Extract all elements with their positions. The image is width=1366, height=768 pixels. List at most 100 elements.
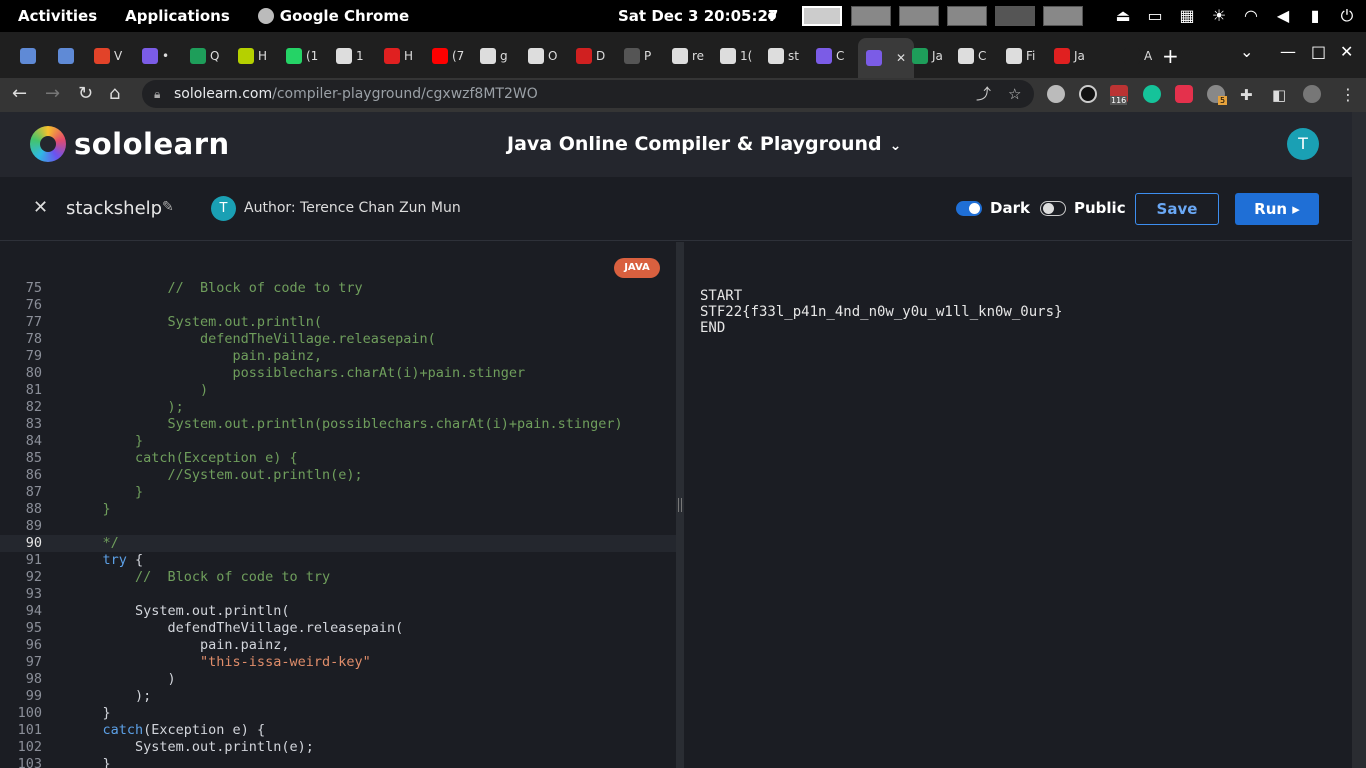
profile-avatar[interactable] [1303,85,1321,103]
minimize-icon[interactable]: — [1280,42,1296,61]
workspace-5[interactable] [995,6,1035,26]
compiler-language-dropdown[interactable]: Java Online Compiler & Playground ⌄ [507,133,901,155]
activities-button[interactable]: Activities [18,7,97,25]
clock[interactable]: Sat Dec 3 20:05:27 [618,7,778,25]
code-line[interactable]: 83 System.out.println(possiblechars.char… [0,416,676,433]
code-line[interactable]: 77 System.out.println( [0,314,676,331]
browser-tab[interactable]: re [672,44,704,68]
grammarly-icon[interactable] [1143,85,1161,103]
extension-forward-icon[interactable] [1175,85,1193,103]
code-line[interactable]: 97 "this-issa-weird-key" [0,654,676,671]
browser-tab[interactable]: C [958,44,986,68]
bookmark-star-icon[interactable]: ☆ [1008,80,1021,108]
code-line[interactable]: 96 pain.painz, [0,637,676,654]
browser-tab[interactable]: D [576,44,605,68]
code-line[interactable]: 92 // Block of code to try [0,569,676,586]
browser-tab[interactable]: O [528,44,557,68]
pane-splitter[interactable] [676,242,684,768]
code-line[interactable]: 90 */ [0,535,676,552]
volume-icon[interactable]: ◀ [1274,6,1292,26]
browser-tab[interactable]: st [768,44,799,68]
address-bar[interactable]: 🔒︎ sololearn.com/compiler-playground/cgx… [142,80,1034,108]
extensions-puzzle-icon[interactable]: ✚ [1240,86,1253,104]
browser-tab[interactable] [58,44,78,68]
code-line[interactable]: 89 [0,518,676,535]
browser-tab[interactable]: Ja [912,44,943,68]
workspace-6[interactable] [1043,6,1083,26]
browser-tab[interactable]: P [624,44,651,68]
code-line[interactable]: 78 defendTheVillage.releasepain( [0,331,676,348]
close-icon[interactable]: ✕ [33,197,48,218]
browser-tab[interactable]: • [142,44,169,68]
edit-pencil-icon[interactable]: ✎ [162,199,174,215]
browser-tab[interactable]: Q [190,44,219,68]
public-toggle[interactable] [1040,201,1066,216]
workspace-1[interactable] [802,6,842,26]
browser-tab[interactable]: C [816,44,844,68]
user-avatar[interactable]: T [1287,128,1319,160]
home-icon[interactable]: ⌂ [109,83,120,104]
code-line[interactable]: 100 } [0,705,676,722]
side-panel-icon[interactable]: ◧ [1272,86,1286,104]
lock-icon[interactable]: 🔒︎ [154,80,160,108]
sololearn-logo[interactable]: sololearn [30,126,230,162]
maximize-icon[interactable]: □ [1311,42,1326,61]
extension-shield-icon[interactable] [1047,85,1065,103]
code-line[interactable]: 103 } [0,756,676,768]
code-line[interactable]: 76 [0,297,676,314]
browser-tab[interactable]: Ja [1054,44,1085,68]
browser-tab[interactable]: Fi [1006,44,1035,68]
browser-tab[interactable]: (1 [286,44,318,68]
browser-tab[interactable]: H [384,44,413,68]
workspace-2[interactable] [851,6,891,26]
code-line[interactable]: 75 // Block of code to try [0,280,676,297]
workspace-3[interactable] [899,6,939,26]
code-line[interactable]: 95 defendTheVillage.releasepain( [0,620,676,637]
code-line[interactable]: 80 possiblechars.charAt(i)+pain.stinger [0,365,676,382]
code-line[interactable]: 101 catch(Exception e) { [0,722,676,739]
code-editor[interactable]: JAVA 75 // Block of code to try 76 77 Syst… [0,242,676,768]
code-line[interactable]: 93 [0,586,676,603]
code-line[interactable]: 98 ) [0,671,676,688]
code-line[interactable]: 87 } [0,484,676,501]
code-line[interactable]: 94 System.out.println( [0,603,676,620]
app-menu[interactable]: Google Chrome [257,7,409,25]
code-line[interactable]: 99 ); [0,688,676,705]
browser-tab[interactable]: A [1124,44,1152,68]
code-line[interactable]: 79 pain.painz, [0,348,676,365]
browser-tab[interactable]: ✕ [858,38,915,78]
browser-tab[interactable]: H [238,44,267,68]
dark-mode-toggle[interactable] [956,201,982,216]
eject-icon[interactable]: ⏏ [1114,6,1132,26]
browser-tab[interactable]: (7 [432,44,464,68]
code-lines[interactable]: 75 // Block of code to try 76 77 System.ou… [0,280,676,768]
tab-search-icon[interactable]: ⌄ [1240,42,1253,61]
browser-tab[interactable] [20,44,40,68]
code-line[interactable]: 102 System.out.println(e); [0,739,676,756]
workspace-4[interactable] [947,6,987,26]
code-line[interactable]: 86 //System.out.println(e); [0,467,676,484]
page-scrollbar[interactable] [1352,112,1366,768]
run-button[interactable]: Run ▸ [1235,193,1319,225]
tab-close-icon[interactable]: ✕ [896,51,906,65]
browser-tab[interactable]: 1 [336,44,364,68]
browser-tab[interactable]: V [94,44,122,68]
extension-mask-icon[interactable] [1079,85,1097,103]
reload-icon[interactable]: ↻ [78,83,93,104]
code-line[interactable]: 84 } [0,433,676,450]
code-line[interactable]: 85 catch(Exception e) { [0,450,676,467]
chrome-menu-icon[interactable]: ⋮ [1340,85,1356,104]
clipboard-icon[interactable]: ▭ [1146,6,1164,26]
code-line[interactable]: 91 try { [0,552,676,569]
applications-menu[interactable]: Applications [125,7,230,25]
save-button[interactable]: Save [1135,193,1219,225]
close-window-icon[interactable]: ✕ [1340,42,1353,61]
browser-tab[interactable]: 1( [720,44,752,68]
code-line[interactable]: 88 } [0,501,676,518]
code-line[interactable]: 81 ) [0,382,676,399]
back-icon[interactable]: ← [12,83,27,104]
display-icon[interactable]: ▦ [1178,6,1196,26]
power-icon[interactable]: ⏻ [1338,6,1356,26]
battery-icon[interactable]: ▮ [1306,6,1324,26]
forward-icon[interactable]: → [45,83,60,104]
